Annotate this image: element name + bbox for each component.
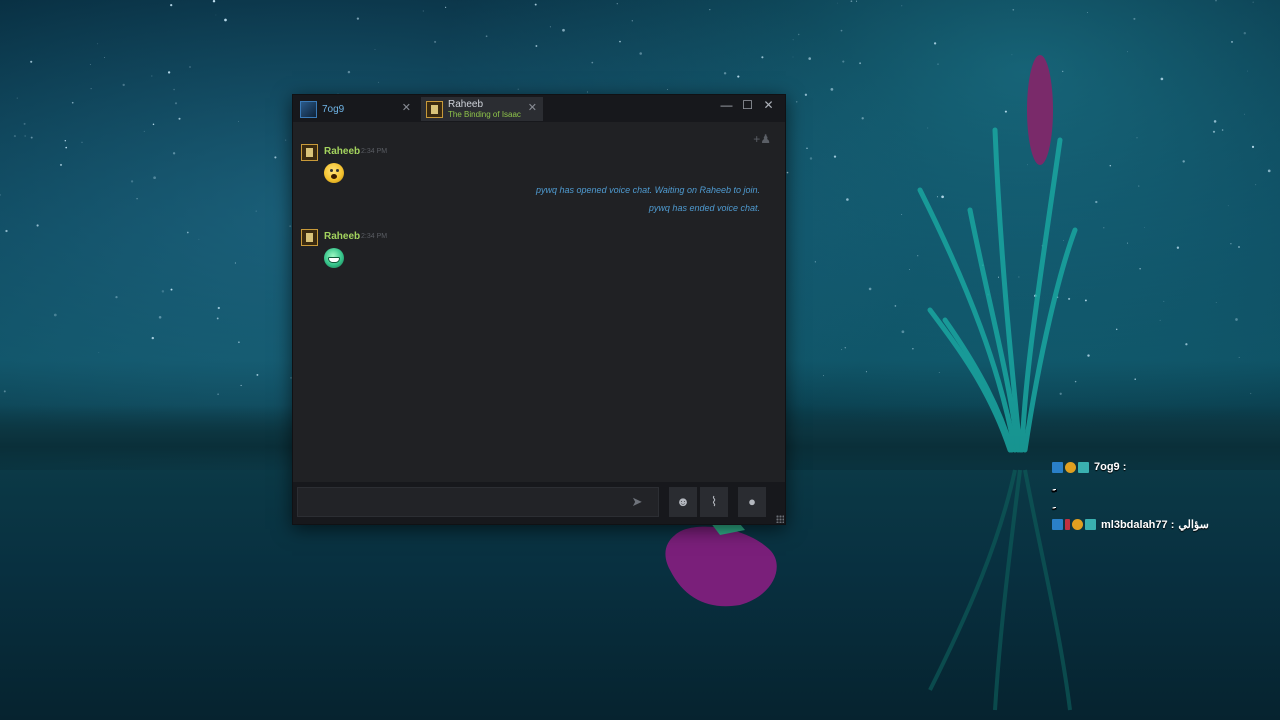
message-author[interactable]: Raheeb — [324, 231, 360, 242]
tab-name: Raheeb — [448, 99, 484, 110]
avatar — [300, 100, 317, 118]
badge-icon — [1078, 461, 1089, 473]
overlay-chat-line: 7og9 : — [1052, 461, 1126, 473]
message-author[interactable]: Raheeb — [324, 146, 360, 157]
badge-icon — [1085, 519, 1096, 530]
minimize-icon[interactable]: — — [716, 96, 737, 114]
tab-name: 7og9 — [322, 103, 345, 115]
message-list[interactable]: +♟ Raheeb 2:34 PM pywq has opened voice … — [293, 122, 785, 482]
overlay-username: 7og9 : — [1094, 461, 1127, 473]
badge-icon — [1052, 461, 1063, 473]
badge-icon — [1065, 519, 1070, 530]
attach-file-button[interactable]: ⌇ — [700, 487, 728, 517]
grin-emoticon-icon — [324, 248, 344, 268]
resize-grip-icon[interactable] — [776, 515, 784, 523]
chat-message-input[interactable] — [297, 487, 659, 517]
badge-icon — [1065, 461, 1076, 473]
maximize-icon[interactable]: ☐ — [737, 96, 758, 114]
message-timestamp: 2:34 PM — [361, 148, 388, 155]
emoticon-picker-button[interactable]: ☻ — [669, 487, 697, 517]
avatar — [426, 100, 443, 118]
overlay-username: ml3bdalah77 : — [1101, 518, 1175, 531]
system-message: pywq has opened voice chat. Waiting on R… — [536, 185, 760, 195]
chat-tab-raheeb[interactable]: Raheeb The Binding of Isaac ✕ — [421, 97, 543, 121]
message-composer: ➤ ☻ ⌇ ● — [293, 482, 785, 524]
message-timestamp: 2:34 PM — [361, 233, 388, 240]
window-controls: — ☐ ✕ — [716, 96, 779, 114]
tab-game-status: The Binding of Isaac — [448, 110, 521, 119]
overlay-message: سؤالي — [1178, 519, 1209, 531]
overlay-chat-line: ml3bdalah77 : سؤالي — [1052, 518, 1209, 531]
cattail-plant — [917, 55, 1078, 711]
chat-tab-7og9[interactable]: 7og9 ✕ — [295, 97, 417, 121]
avatar[interactable] — [301, 229, 318, 246]
send-icon[interactable]: ➤ — [624, 491, 650, 513]
close-tab-icon[interactable]: ✕ — [528, 102, 537, 114]
invite-to-chat-icon[interactable]: +♟ — [753, 132, 771, 146]
voice-chat-button[interactable]: ● — [738, 487, 766, 517]
chat-titlebar[interactable]: 7og9 ✕ Raheeb The Binding of Isaac ✕ — ☐… — [293, 95, 785, 122]
steam-chat-window: 7og9 ✕ Raheeb The Binding of Isaac ✕ — ☐… — [292, 94, 786, 525]
badge-icon — [1072, 519, 1083, 530]
floating-petal — [665, 518, 777, 607]
avatar[interactable] — [301, 144, 318, 161]
close-tab-icon[interactable]: ✕ — [402, 102, 411, 114]
close-icon[interactable]: ✕ — [758, 96, 779, 114]
badge-icon — [1052, 519, 1063, 530]
surprised-emoticon-icon — [324, 163, 344, 183]
system-message: pywq has ended voice chat. — [648, 203, 760, 213]
